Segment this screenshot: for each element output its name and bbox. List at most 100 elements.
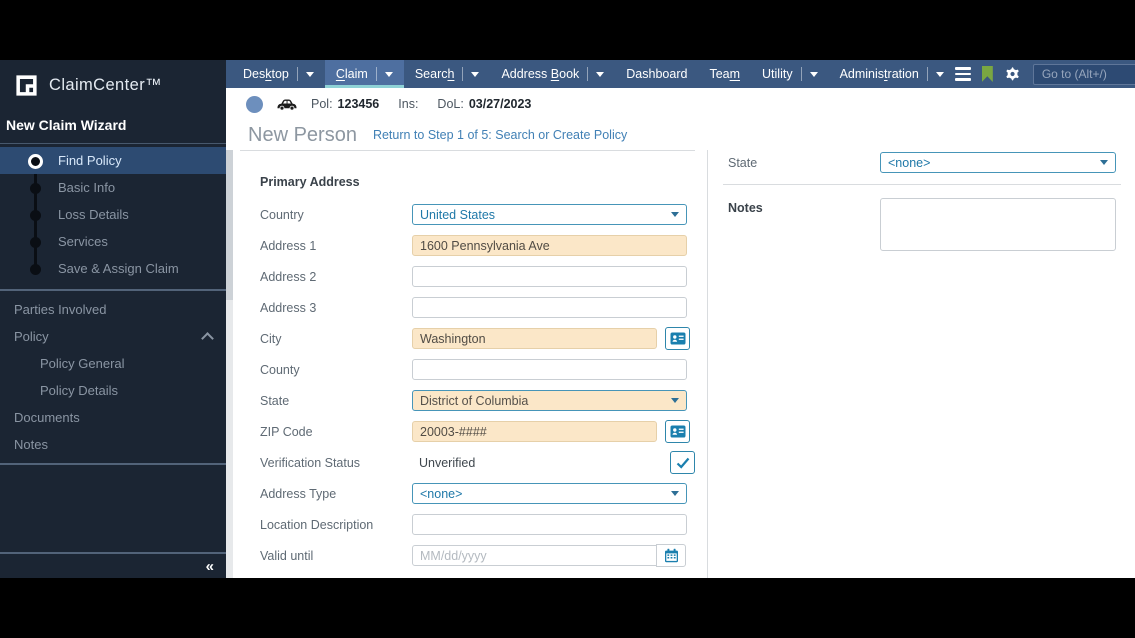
step-bullet-icon bbox=[28, 153, 43, 169]
nav-right-tools bbox=[954, 60, 1135, 88]
address-type-select[interactable]: <none> bbox=[412, 483, 687, 504]
nav-tab-utility[interactable]: Utility bbox=[751, 60, 829, 88]
date-field-group bbox=[412, 544, 686, 567]
verify-address-button[interactable] bbox=[670, 451, 695, 474]
sidebar-item-policy-general[interactable]: Policy General bbox=[0, 350, 226, 377]
chevron-down-icon[interactable] bbox=[471, 71, 480, 77]
policy-value: 123456 bbox=[337, 97, 380, 111]
nav-tab-claim[interactable]: Claim bbox=[324, 60, 404, 88]
address-book-button[interactable] bbox=[665, 327, 690, 350]
nav-tab-team[interactable]: Team bbox=[698, 60, 751, 88]
contact-card-icon bbox=[670, 425, 686, 438]
step-label: Save & Assign Claim bbox=[58, 261, 179, 276]
sidebar-item-policy[interactable]: Policy bbox=[0, 323, 226, 350]
address-1-input[interactable] bbox=[412, 235, 687, 256]
separator bbox=[462, 67, 464, 81]
nav-tabs: Desktop Claim Search Address Book Dashboard T… bbox=[226, 60, 955, 88]
nav-tab-desktop[interactable]: Desktop bbox=[226, 60, 325, 88]
zip-code-input[interactable] bbox=[412, 421, 657, 442]
form-row: Verification Status Unverified bbox=[260, 451, 707, 474]
nav-tab-dashboard[interactable]: Dashboard bbox=[615, 60, 698, 88]
wizard-step-save-assign-claim[interactable]: Save & Assign Claim bbox=[0, 255, 226, 282]
step-label: Loss Details bbox=[58, 207, 129, 222]
form-row: Address 2 bbox=[260, 266, 707, 287]
chevron-down-icon[interactable] bbox=[809, 71, 818, 77]
form-row: Valid until bbox=[260, 544, 707, 567]
goto-input[interactable] bbox=[1032, 63, 1135, 85]
nav-tab-administration[interactable]: Administration bbox=[829, 60, 955, 88]
form-row: Address 1 bbox=[260, 235, 707, 256]
field-label: City bbox=[260, 331, 282, 346]
state-select[interactable]: <none> bbox=[880, 152, 1116, 173]
nav-tab-search[interactable]: Search bbox=[404, 60, 491, 88]
collapse-sidebar-icon[interactable]: « bbox=[206, 559, 214, 574]
chevron-down-icon[interactable] bbox=[596, 71, 605, 77]
divider bbox=[0, 289, 226, 291]
field-control: United States bbox=[412, 204, 695, 225]
scrollbar[interactable] bbox=[226, 150, 233, 578]
form-row: Notes bbox=[728, 198, 1135, 251]
scrollbar-thumb[interactable] bbox=[226, 150, 233, 300]
field-control bbox=[412, 420, 695, 443]
wizard-steps: Find Policy Basic Info Loss Details Service… bbox=[0, 144, 226, 284]
city-input[interactable] bbox=[412, 328, 657, 349]
sidebar-item-notes[interactable]: Notes bbox=[0, 431, 226, 458]
return-to-step-link[interactable]: Return to Step 1 of 5: Search or Create … bbox=[373, 128, 627, 142]
wizard-step-basic-info[interactable]: Basic Info bbox=[0, 174, 226, 201]
form-row: State District of Columbia bbox=[260, 390, 707, 411]
sidebar-item-label: Policy General bbox=[40, 356, 125, 371]
field-label: State bbox=[728, 155, 758, 170]
nav-tab-address-book[interactable]: Address Book bbox=[490, 60, 615, 88]
sidebar-item-label: Documents bbox=[14, 410, 80, 425]
bookmark-icon[interactable] bbox=[981, 66, 993, 82]
wizard-step-loss-details[interactable]: Loss Details bbox=[0, 201, 226, 228]
chevron-down-icon bbox=[671, 398, 679, 403]
divider bbox=[0, 463, 226, 465]
claimcenter-app: ClaimCenter™ New Claim Wizard Find Polic… bbox=[0, 60, 1135, 578]
nav-tab-label: Utility bbox=[762, 67, 793, 81]
form-row: State <none> bbox=[728, 152, 1135, 173]
address-3-input[interactable] bbox=[412, 297, 687, 318]
address-book-button[interactable] bbox=[665, 420, 690, 443]
chevron-down-icon bbox=[671, 491, 679, 496]
country-select[interactable]: United States bbox=[412, 204, 687, 225]
sidebar-item-policy-details[interactable]: Policy Details bbox=[0, 377, 226, 404]
separator bbox=[926, 67, 928, 81]
gear-icon[interactable] bbox=[1004, 65, 1022, 83]
field-label: Address Type bbox=[260, 486, 337, 501]
wizard-step-find-policy[interactable]: Find Policy bbox=[0, 147, 226, 174]
select-value: <none> bbox=[420, 486, 463, 501]
field-label: Address 2 bbox=[260, 269, 317, 284]
chevron-down-icon[interactable] bbox=[305, 71, 314, 77]
chevron-down-icon[interactable] bbox=[384, 71, 393, 77]
calendar-icon bbox=[664, 548, 679, 563]
field-control bbox=[412, 327, 695, 350]
separator bbox=[587, 67, 589, 81]
insured-group: Ins: bbox=[398, 97, 418, 111]
sidebar-item-documents[interactable]: Documents bbox=[0, 404, 226, 431]
state-select[interactable]: District of Columbia bbox=[412, 390, 687, 411]
sidebar-item-label: Parties Involved bbox=[14, 302, 107, 317]
sidebar-item-parties-involved[interactable]: Parties Involved bbox=[0, 296, 226, 323]
page-title: New Person bbox=[248, 123, 357, 146]
valid-until-input[interactable] bbox=[412, 545, 657, 566]
wizard-step-services[interactable]: Services bbox=[0, 228, 226, 255]
form-row: Address Type <none> bbox=[260, 483, 707, 504]
address-2-input[interactable] bbox=[412, 266, 687, 287]
field-control: <none> bbox=[412, 483, 695, 504]
field-label: Location Description bbox=[260, 517, 374, 532]
county-input[interactable] bbox=[412, 359, 687, 380]
form-row: ZIP Code bbox=[260, 420, 707, 443]
form-content: Primary Address Country United States Addr… bbox=[226, 150, 1135, 578]
chevron-down-icon[interactable] bbox=[935, 71, 944, 77]
notes-textarea[interactable] bbox=[880, 198, 1116, 251]
menu-icon[interactable] bbox=[954, 67, 971, 81]
guidewire-logo-icon bbox=[14, 73, 39, 98]
step-label: Services bbox=[58, 234, 108, 249]
dol-label: DoL: bbox=[437, 97, 464, 111]
chevron-up-icon[interactable] bbox=[201, 332, 214, 345]
location-description-input[interactable] bbox=[412, 514, 687, 535]
calendar-button[interactable] bbox=[656, 544, 686, 567]
field-label: State bbox=[260, 393, 290, 408]
nav-tab-label: Team bbox=[709, 67, 741, 81]
